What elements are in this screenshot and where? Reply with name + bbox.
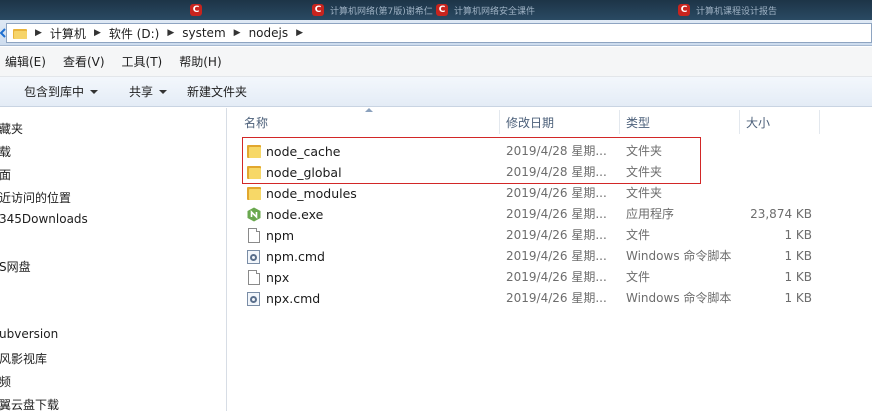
column-header-type[interactable]: 类型	[619, 110, 739, 134]
file-date: 2019/4/26 星期...	[506, 270, 607, 284]
column-header-date-label: 修改日期	[506, 115, 555, 130]
app-icon: C	[190, 4, 202, 16]
file-list: 名称 修改日期 类型 大小 node_cache 2019/4/28 星期...…	[228, 108, 872, 411]
app-icon: C	[312, 4, 324, 16]
column-header-size-label: 大小	[746, 115, 771, 130]
file-type: 应用程序	[626, 207, 675, 221]
app-icon: C	[436, 4, 448, 16]
file-name: npx	[266, 270, 290, 285]
column-header-type-label: 类型	[626, 115, 651, 130]
column-divider[interactable]	[819, 110, 820, 134]
nav-item-desktop[interactable]: 面	[0, 166, 11, 183]
address-bar[interactable]: ▶ 计算机 ▶ 软件 (D:) ▶ system ▶ nodejs ▶	[6, 23, 872, 43]
chevron-down-icon	[159, 90, 168, 94]
cmd-script-icon	[247, 292, 260, 306]
taskbar-label: 计算机网络(第7版)谢希仁	[330, 6, 433, 17]
folder-icon	[13, 28, 27, 39]
cmd-script-icon	[247, 250, 260, 264]
file-size: 1 KB	[784, 270, 812, 284]
column-header-name-label: 名称	[244, 115, 269, 130]
file-icon	[248, 270, 260, 285]
chevron-right-icon[interactable]: ▶	[35, 28, 42, 38]
file-type: 文件夹	[626, 186, 663, 200]
taskbar-label: 计算机课程设计报告	[696, 6, 778, 17]
taskbar-label: 计算机网络安全课件	[454, 6, 536, 17]
nav-item-cloud-download[interactable]: 翼云盘下载	[0, 396, 59, 411]
breadcrumb-nodejs[interactable]: nodejs	[249, 26, 289, 40]
nav-item-subversion[interactable]: ubversion	[0, 327, 58, 341]
file-name: npm.cmd	[266, 249, 325, 264]
file-row[interactable]: npx.cmd 2019/4/26 星期... Windows 命令脚本 1 K…	[228, 288, 872, 309]
breadcrumb-computer[interactable]: 计算机	[50, 25, 86, 42]
file-row[interactable]: npm 2019/4/26 星期... 文件 1 KB	[228, 225, 872, 246]
chevron-right-icon[interactable]: ▶	[94, 28, 101, 38]
nav-item-videos[interactable]: 频	[0, 373, 11, 390]
chevron-down-icon	[90, 90, 99, 94]
nav-item-favorites[interactable]: 藏夹	[0, 120, 23, 137]
share-button[interactable]: 共享	[129, 83, 168, 100]
file-date: 2019/4/26 星期...	[506, 291, 607, 305]
file-row[interactable]: node.exe 2019/4/26 星期... 应用程序 23,874 KB	[228, 204, 872, 225]
menu-bar: 编辑(E) 查看(V) 工具(T) 帮助(H)	[0, 47, 872, 77]
file-size	[740, 183, 812, 204]
new-folder-button[interactable]: 新建文件夹	[187, 83, 247, 100]
new-folder-label: 新建文件夹	[187, 85, 248, 99]
file-size: 1 KB	[784, 249, 812, 263]
file-type: Windows 命令脚本	[626, 291, 732, 305]
breadcrumb-system[interactable]: system	[182, 26, 225, 40]
include-in-library-label: 包含到库中	[24, 85, 85, 99]
column-header-size[interactable]: 大小	[739, 110, 819, 134]
file-date: 2019/4/26 星期...	[506, 249, 607, 263]
file-size	[740, 141, 812, 162]
file-size	[740, 162, 812, 183]
nav-item-downloads[interactable]: 载	[0, 143, 11, 160]
breadcrumb-drive-d[interactable]: 软件 (D:)	[109, 25, 159, 42]
file-name: node.exe	[266, 207, 324, 222]
nav-item-recent-places[interactable]: 近访问的位置	[0, 189, 71, 206]
folder-icon	[247, 186, 261, 201]
menu-edit[interactable]: 编辑(E)	[3, 50, 48, 73]
file-icon	[248, 228, 260, 243]
highlight-annotation-box	[242, 137, 701, 184]
file-size: 23,874 KB	[750, 207, 812, 221]
file-name: npm	[266, 228, 295, 243]
include-in-library-button[interactable]: 包含到库中	[24, 83, 99, 100]
menu-help[interactable]: 帮助(H)	[177, 50, 223, 73]
command-toolbar: 包含到库中 共享 新建文件夹	[0, 77, 872, 107]
file-type: 文件	[626, 270, 651, 284]
menu-tools[interactable]: 工具(T)	[120, 50, 165, 73]
file-type: Windows 命令脚本	[626, 249, 732, 263]
file-size: 1 KB	[784, 228, 812, 242]
taskbar-strip: C C 计算机网络(第7版)谢希仁 C 计算机网络安全课件 C 计算机课程设计报…	[0, 0, 872, 20]
address-bar-row: ▶ 计算机 ▶ 软件 (D:) ▶ system ▶ nodejs ▶	[0, 20, 872, 46]
chevron-right-icon[interactable]: ▶	[296, 28, 303, 38]
file-date: 2019/4/26 星期...	[506, 186, 607, 200]
taskbar-button-3[interactable]: C 计算机网络安全课件	[436, 2, 586, 18]
share-label: 共享	[129, 85, 154, 99]
navigation-pane: 藏夹 载 面 近访问的位置 345Downloads S网盘 ubversion…	[0, 108, 227, 411]
nav-item-wps-netdisk[interactable]: S网盘	[0, 258, 31, 275]
taskbar-button-4[interactable]: C 计算机课程设计报告	[678, 2, 828, 18]
file-name: node_modules	[266, 186, 357, 201]
chevron-right-icon[interactable]: ▶	[234, 28, 241, 38]
app-icon: C	[678, 4, 690, 16]
nodejs-exe-icon	[247, 207, 261, 222]
nav-item-video-library[interactable]: 风影视库	[0, 350, 47, 367]
file-row[interactable]: npx 2019/4/26 星期... 文件 1 KB	[228, 267, 872, 288]
column-header-date[interactable]: 修改日期	[499, 110, 619, 134]
file-date: 2019/4/26 星期...	[506, 207, 607, 221]
file-type: 文件	[626, 228, 651, 242]
nav-item-2345downloads[interactable]: 345Downloads	[0, 212, 88, 226]
chevron-right-icon[interactable]: ▶	[167, 28, 174, 38]
file-date: 2019/4/26 星期...	[506, 228, 607, 242]
column-header-name[interactable]: 名称	[237, 110, 500, 134]
file-row[interactable]: npm.cmd 2019/4/26 星期... Windows 命令脚本 1 K…	[228, 246, 872, 267]
file-size: 1 KB	[784, 291, 812, 305]
file-name: npx.cmd	[266, 291, 321, 306]
menu-view[interactable]: 查看(V)	[61, 50, 107, 73]
file-row[interactable]: node_modules 2019/4/26 星期... 文件夹	[228, 183, 872, 204]
